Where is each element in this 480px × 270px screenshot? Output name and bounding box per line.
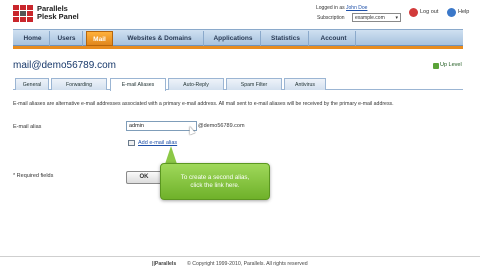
brand-name: Parallels Plesk Panel — [37, 5, 79, 21]
subtab-general[interactable]: General — [15, 78, 49, 90]
subscription-value: example.com — [355, 15, 385, 21]
nav-underline — [13, 46, 463, 49]
logged-in-label: Logged in as — [316, 5, 345, 11]
ok-button[interactable]: OK — [126, 171, 162, 184]
footer: ||Parallels © Copyright 1999-2010, Paral… — [0, 256, 480, 270]
add-alias-icon[interactable] — [128, 140, 135, 146]
required-fields-note: * Required fields — [13, 173, 54, 179]
subscription-select[interactable]: example.com ▾ — [352, 13, 401, 22]
main-nav: Home Users Mail Websites & Domains Appli… — [13, 29, 463, 46]
up-level-icon[interactable] — [433, 63, 439, 69]
plesk-window: Parallels Plesk Panel Logged in as John … — [0, 0, 480, 270]
tab-applications[interactable]: Applications — [206, 31, 261, 46]
tab-websites-domains[interactable]: Websites & Domains — [116, 31, 204, 46]
tab-statistics[interactable]: Statistics — [263, 31, 309, 46]
help-link[interactable]: Help — [458, 9, 469, 15]
subtab-antivirus[interactable]: Antivirus — [284, 78, 326, 90]
up-level-link[interactable]: Up Level — [440, 62, 462, 68]
chevron-down-icon: ▾ — [395, 15, 398, 21]
tab-home[interactable]: Home — [16, 31, 50, 46]
alias-input[interactable] — [126, 121, 197, 131]
callout-line2: click the link here. — [190, 182, 240, 189]
parallels-logo-icon — [13, 5, 33, 22]
footer-copyright: © Copyright 1999-2010, Parallels. All ri… — [187, 261, 308, 267]
subscription-label: Subscription — [317, 15, 345, 21]
subtab-spam-filter[interactable]: Spam Filter — [226, 78, 282, 90]
subtab-email-aliases[interactable]: E-mail Aliases — [110, 78, 166, 91]
tab-account[interactable]: Account — [312, 31, 356, 46]
tutorial-callout: To create a second alias, click the link… — [160, 163, 270, 200]
footer-brand: ||Parallels — [152, 261, 177, 267]
header: Parallels Plesk Panel Logged in as John … — [0, 0, 480, 29]
logout-link[interactable]: Log out — [420, 9, 438, 15]
alias-label: E-mail alias — [13, 124, 42, 130]
callout-pointer — [165, 146, 177, 164]
logout-icon[interactable] — [409, 8, 418, 17]
page-title: mail@demo56789.com — [13, 60, 116, 71]
tab-users[interactable]: Users — [51, 31, 83, 46]
brand-line2: Plesk Panel — [37, 12, 79, 21]
domain-suffix: @demo56789.com — [198, 123, 245, 129]
user-name-link[interactable]: John Doe — [346, 5, 367, 11]
callout-line1: To create a second alias, — [180, 174, 250, 181]
help-icon[interactable] — [447, 8, 456, 17]
logged-in-line: Logged in as John Doe — [316, 5, 367, 11]
subtabs: General Forwarding E-mail Aliases Auto-R… — [13, 77, 463, 91]
tab-mail[interactable]: Mail — [86, 31, 113, 46]
subtab-auto-reply[interactable]: Auto-Reply — [168, 78, 224, 90]
aliases-description: E-mail aliases are alternative e-mail ad… — [13, 101, 394, 107]
subtab-forwarding[interactable]: Forwarding — [51, 78, 107, 90]
